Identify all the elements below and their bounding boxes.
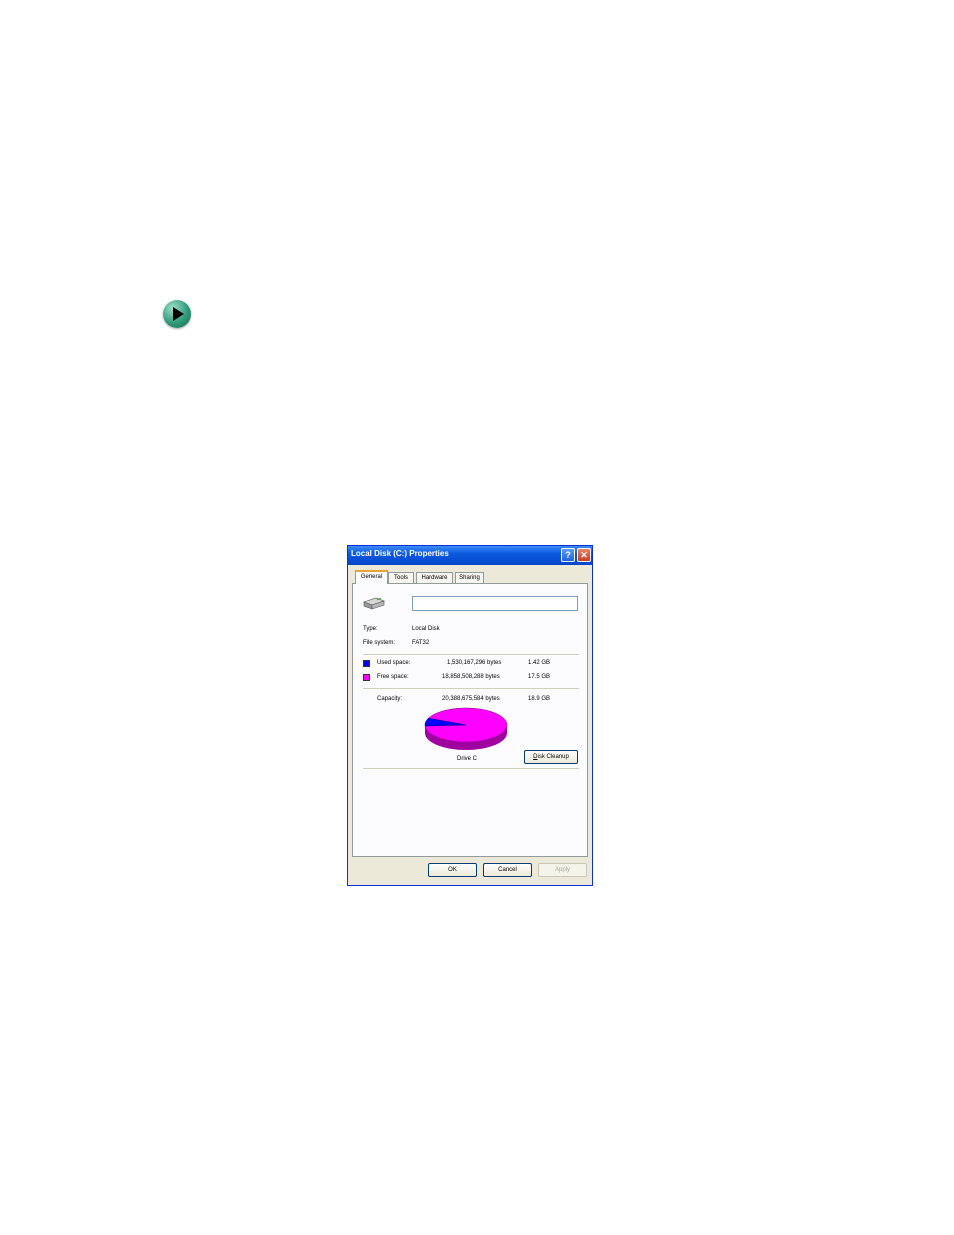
volume-label-input[interactable] — [412, 596, 578, 611]
free-space-swatch — [363, 674, 370, 681]
disk-cleanup-label: isk Cleanup — [537, 754, 569, 760]
used-space-swatch — [363, 660, 370, 667]
type-label: Type: — [363, 626, 378, 632]
dialog-title: Local Disk (C:) Properties — [351, 549, 449, 558]
free-space-size: 17.5 GB — [528, 674, 551, 680]
arrow-right-icon — [163, 300, 191, 328]
cancel-button[interactable]: Cancel — [483, 863, 532, 877]
file-system-value: FAT32 — [412, 640, 430, 646]
drive-label: Drive C — [457, 756, 478, 762]
hard-drive-icon — [363, 597, 385, 610]
free-space-label: Free space: — [377, 674, 409, 680]
divider — [363, 688, 579, 690]
tab-tools[interactable]: Tools — [388, 572, 414, 583]
apply-button[interactable]: Apply — [538, 863, 587, 877]
divider — [363, 768, 579, 770]
ok-button[interactable]: OK — [428, 863, 477, 877]
tab-sharing[interactable]: Sharing — [455, 572, 484, 583]
disk-cleanup-button[interactable]: Disk Cleanup — [524, 750, 578, 764]
used-space-bytes: 1,530,167,296 bytes — [447, 660, 502, 666]
capacity-bytes: 20,388,675,584 bytes — [442, 696, 500, 702]
disk-properties-dialog: Local Disk (C:) Properties ? ✕ General T… — [347, 545, 593, 886]
capacity-label: Capacity: — [377, 696, 403, 702]
disk-usage-pie — [424, 707, 508, 750]
used-space-size: 1.42 GB — [528, 660, 551, 666]
tab-hardware[interactable]: Hardware — [416, 572, 453, 583]
title-bar[interactable]: Local Disk (C:) Properties ? ✕ — [348, 546, 592, 565]
general-panel: Type: Local Disk File system: FAT32 Used… — [352, 583, 588, 857]
file-system-label: File system: — [363, 640, 396, 646]
divider — [363, 654, 579, 656]
close-button[interactable]: ✕ — [577, 548, 591, 562]
tab-general[interactable]: General — [355, 570, 388, 584]
capacity-size: 18.9 GB — [528, 696, 551, 702]
help-button[interactable]: ? — [561, 548, 575, 562]
free-space-bytes: 18,858,508,288 bytes — [442, 674, 500, 680]
type-value: Local Disk — [412, 626, 440, 632]
used-space-label: Used space: — [377, 660, 411, 666]
